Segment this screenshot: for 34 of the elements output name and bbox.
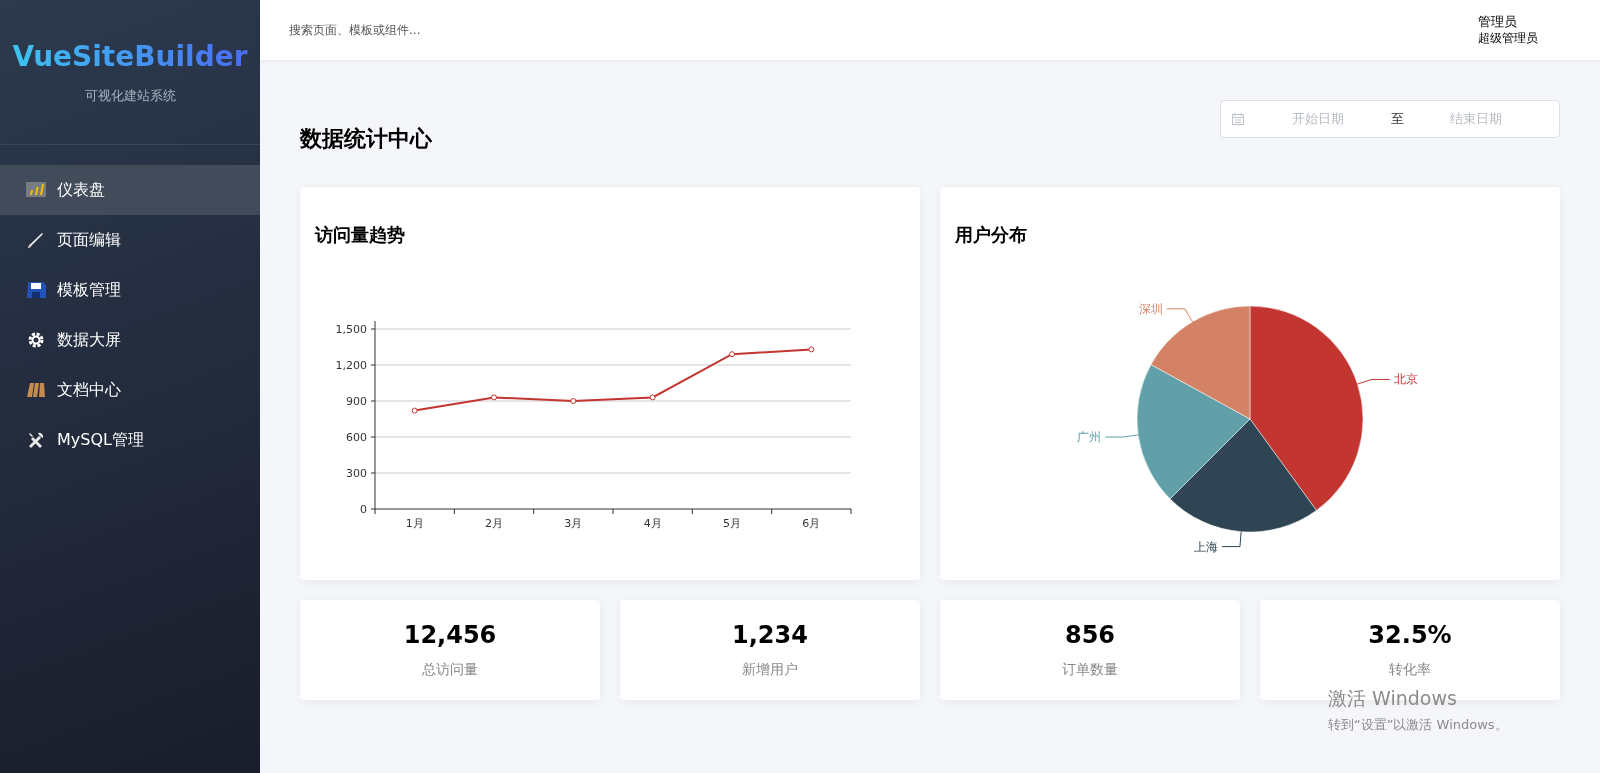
axis-tick-label: 900 bbox=[346, 395, 367, 408]
axis-tick-label: 1,200 bbox=[335, 359, 367, 372]
axis-tick-label: 1,500 bbox=[335, 323, 367, 336]
page-title: 数据统计中心 bbox=[300, 125, 432, 153]
end-date-placeholder: 结束日期 bbox=[1449, 110, 1504, 128]
stat-value: 856 bbox=[1064, 621, 1116, 649]
user-role: 超级管理员 bbox=[1478, 30, 1538, 46]
axis-tick-label: 300 bbox=[346, 467, 367, 480]
axis-tick-label: 6月 bbox=[802, 517, 821, 530]
range-separator: 至 bbox=[1390, 110, 1404, 128]
card-title: 用户分布 bbox=[955, 223, 1028, 247]
axis-tick-label: 3月 bbox=[564, 517, 583, 530]
axis-tick-label: 0 bbox=[360, 503, 367, 516]
stat-label: 总访问量 bbox=[422, 661, 478, 679]
stat-value: 12,456 bbox=[403, 621, 497, 649]
stat-label: 新增用户 bbox=[742, 661, 798, 679]
stat-value: 32.5% bbox=[1368, 621, 1452, 649]
activation-subtitle: 转到“设置”以激活 Windows。 bbox=[1328, 716, 1508, 734]
app-subtitle: 可视化建站系统 bbox=[84, 87, 176, 105]
axis-tick-label: 600 bbox=[346, 431, 367, 444]
axis-tick-label: 5月 bbox=[723, 517, 741, 530]
start-date-placeholder: 开始日期 bbox=[1290, 110, 1345, 128]
pie-label: 广州 bbox=[1077, 430, 1102, 445]
pie-label: 上海 bbox=[1193, 539, 1218, 554]
axis-tick-label: 1月 bbox=[405, 517, 424, 530]
card-title: 访问量趋势 bbox=[315, 223, 406, 247]
pie-label: 北京 bbox=[1393, 372, 1418, 387]
stat-label: 订单数量 bbox=[1062, 661, 1118, 679]
stat-label: 转化率 bbox=[1389, 661, 1431, 679]
activation-title: 激活 Windows bbox=[1328, 686, 1458, 711]
pie-label: 深圳 bbox=[1138, 301, 1163, 316]
stat-value: 1,234 bbox=[732, 621, 808, 649]
axis-tick-label: 4月 bbox=[643, 517, 662, 530]
axis-tick-label: 2月 bbox=[485, 517, 503, 530]
